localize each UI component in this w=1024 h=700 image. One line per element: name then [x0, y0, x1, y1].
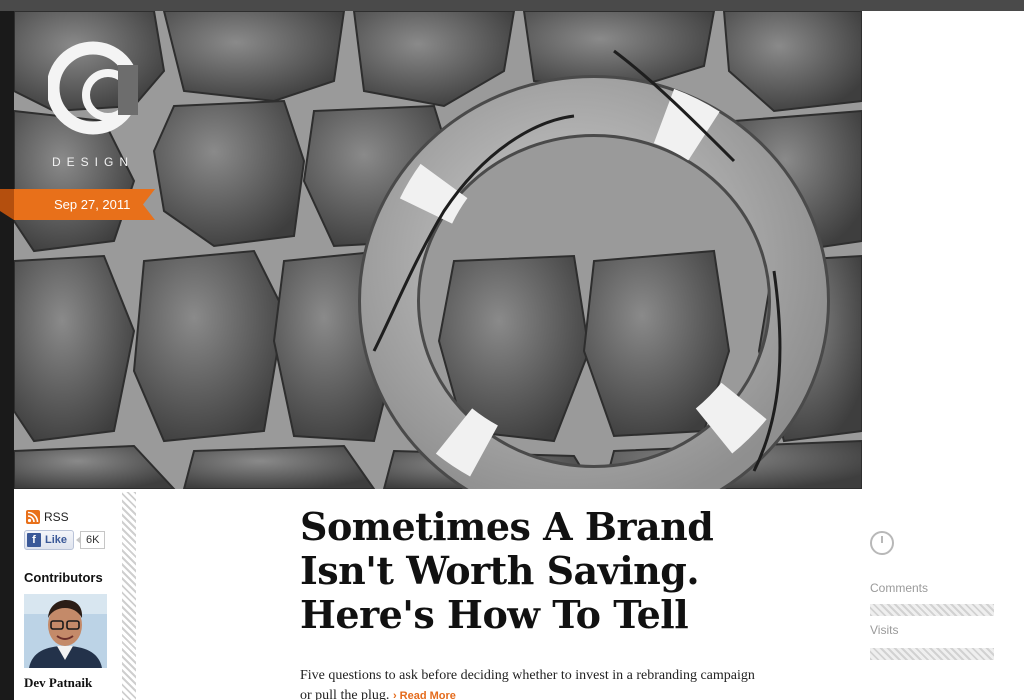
contributors-heading: Contributors	[24, 570, 103, 585]
like-label: Like	[45, 534, 68, 546]
logo-wordmark: DESIGN	[52, 155, 135, 169]
comments-bar	[870, 604, 994, 616]
contributor-avatar[interactable]	[24, 594, 107, 668]
comments-label: Comments	[870, 581, 929, 595]
hero-illustration	[14, 11, 862, 489]
contributor-photo	[24, 594, 107, 668]
contributor-name[interactable]: Dev Patnaik	[24, 675, 92, 691]
post-title-line: Isn't Worth Saving.	[300, 548, 700, 593]
post-dek: Five questions to ask before deciding wh…	[300, 666, 760, 700]
read-more-link[interactable]: › Read More	[393, 690, 456, 700]
left-edge-bar	[0, 11, 14, 700]
post-dek-text: Five questions to ask before deciding wh…	[300, 668, 755, 700]
post-title-line: Sometimes A Brand	[300, 504, 714, 549]
read-more-label: Read More	[399, 690, 456, 700]
rss-label: RSS	[44, 510, 69, 524]
hero-image[interactable]	[14, 11, 862, 489]
visits-bar	[870, 648, 994, 660]
post-title-line: Here's How To Tell	[300, 592, 689, 637]
facebook-like-button[interactable]: f Like	[24, 530, 75, 550]
visits-label: Visits	[870, 623, 899, 637]
like-count: 6K	[75, 531, 106, 549]
rss-link[interactable]: RSS	[26, 510, 69, 524]
sidebar-divider	[122, 492, 136, 700]
post-date: Sep 27, 2011	[54, 197, 131, 212]
post-title[interactable]: Sometimes A Brand Isn't Worth Saving. He…	[300, 505, 770, 637]
facebook-like-widget: f Like 6K	[24, 530, 106, 550]
top-bar	[0, 0, 1024, 11]
clock-icon	[870, 531, 894, 555]
facebook-icon: f	[27, 533, 41, 547]
rss-icon	[26, 510, 40, 524]
